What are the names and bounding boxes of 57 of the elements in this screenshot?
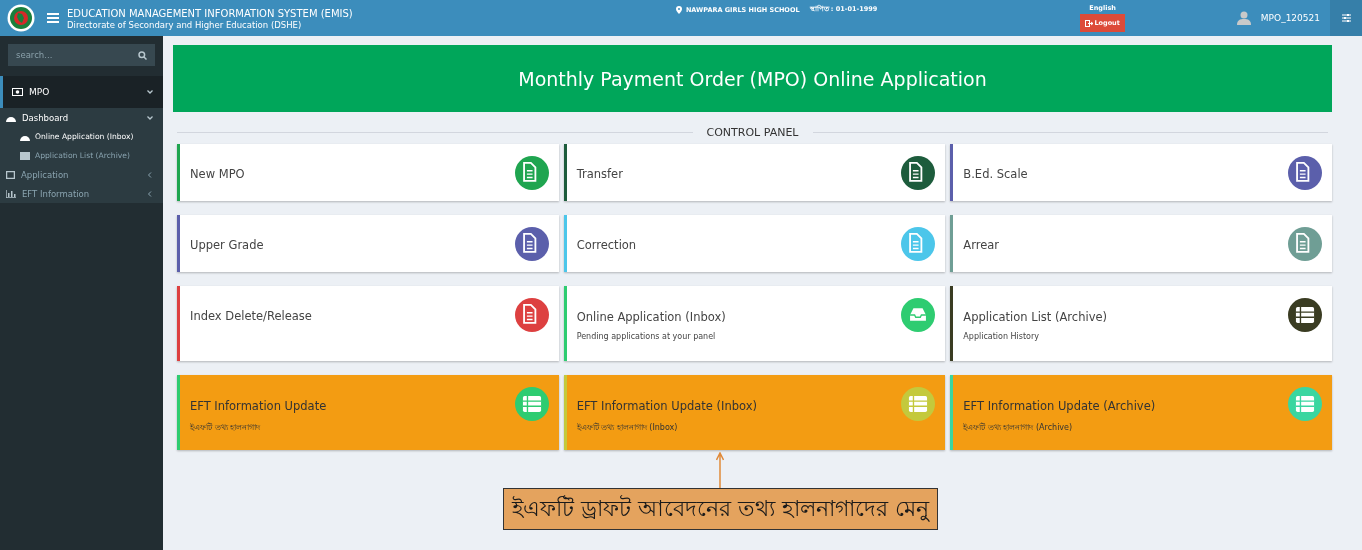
user-name[interactable]: MPO_120521 [1260,13,1320,23]
menu-card[interactable]: Arrear [950,215,1332,272]
money-icon [12,88,23,96]
chevron-left-icon [147,190,153,197]
card-subtitle: ইএফটি তথ্য হালনাগাদ (Inbox) [576,421,679,434]
update-card[interactable]: EFT Information Update (Archive) ইএফটি তথ্য হালনাগাদ (Archive) [950,375,1332,450]
section-title: CONTROL PANEL [706,126,799,139]
page-banner: Monthly Payment Order (MPO) Online Application [173,45,1332,112]
location-icon [675,5,682,14]
system-title: EDUCATION MANAGEMENT INFORMATION SYSTEM (EMIS) [67,6,353,20]
search-field[interactable]: search... [8,44,155,66]
logout-icon [1085,19,1094,27]
bar-chart-icon [6,189,16,198]
chevron-left-icon [147,171,153,178]
card-subtitle: Application History [963,332,1041,341]
card-title: New MPO [190,167,245,181]
menu-card[interactable]: Application List (Archive) Application History [950,286,1332,361]
update-card[interactable]: EFT Information Update (Inbox) ইএফটি তথ্য হালনাগাদ (Inbox) [563,375,946,450]
sidebar-item[interactable]: MPO [0,76,163,108]
search-icon [138,50,147,60]
card-title: Arrear [963,238,1000,252]
sidebar-item[interactable]: Dashboard [0,108,163,127]
menu-card[interactable]: Upper Grade [177,215,559,272]
sidebar-item[interactable]: EFT Information [0,184,163,203]
menu-card[interactable]: B.Ed. Scale [950,144,1332,201]
user-avatar-icon [1236,11,1251,25]
menu-card[interactable]: Index Delete/Release [177,286,559,361]
menu-card[interactable]: New MPO [177,144,559,201]
emblem-logo [7,4,35,32]
card-title: Correction [576,238,637,252]
menu-card[interactable]: Transfer [563,144,946,201]
update-card[interactable]: EFT Information Update ইএফটি তথ্য হালনাগাদ [177,375,559,450]
card-title: Online Application (Inbox) [576,310,726,324]
card-title: Application List (Archive) [963,310,1107,324]
list-icon [20,151,30,160]
card-title: EFT Information Update [190,399,327,413]
menu-card[interactable]: Online Application (Inbox) Pending applications at your panel [563,286,946,361]
card-title: B.Ed. Scale [963,167,1028,181]
chevron-down-icon [147,114,153,121]
chevron-down-icon [147,89,153,95]
card-title: EFT Information Update (Inbox) [576,399,757,413]
sliders-icon [1341,14,1351,22]
card-subtitle: ইএফটি তথ্য হালনাগাদ (Archive) [963,421,1074,434]
menu-icon[interactable] [47,13,59,23]
window-icon [6,170,15,179]
card-subtitle: Pending applications at your panel [576,332,717,341]
card-title: Transfer [576,167,623,181]
annotation-label: ইএফটি ড্রাফট আবেদনের তথ্য হালনাগাদের মেনু [503,488,938,530]
card-subtitle: ইএফটি তথ্য হালনাগাদ [190,421,262,434]
sidebar-item[interactable]: Application [0,165,163,184]
system-subtitle: Directorate of Secondary and Higher Education (DSHE) [67,19,303,30]
menu-card[interactable]: Correction [563,215,946,272]
card-title: EFT Information Update (Archive) [963,399,1156,413]
callout-arrow [716,452,725,488]
card-title: Index Delete/Release [190,309,312,323]
card-title: Upper Grade [190,238,264,252]
settings-toggle[interactable] [1330,0,1362,36]
